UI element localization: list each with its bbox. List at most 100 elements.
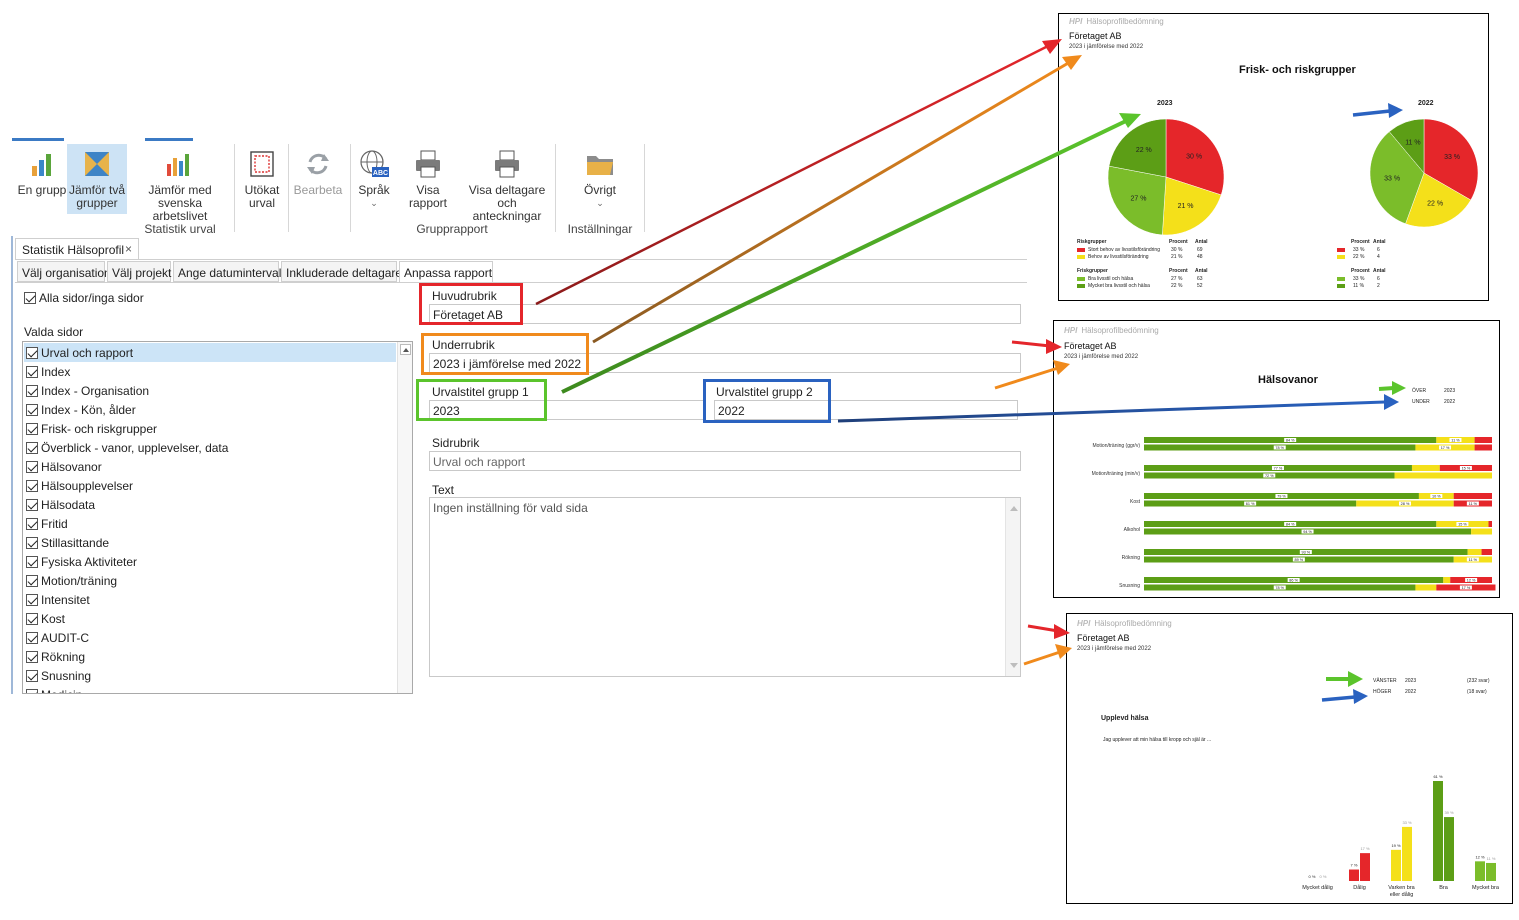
tab-inkluderade-deltagare[interactable]: Inkluderade deltagare bbox=[281, 261, 402, 282]
show-participants-label: Visa deltagare och anteckningar bbox=[468, 183, 546, 223]
page-list-item[interactable]: Motion/träning bbox=[24, 571, 396, 590]
window-left-border bbox=[11, 236, 13, 694]
page-list-item[interactable]: Fysiska Aktiviteter bbox=[24, 552, 396, 571]
language-button[interactable]: ABC Språk ⌄ bbox=[354, 148, 394, 220]
page-list-item[interactable]: Index bbox=[24, 362, 396, 381]
bar-value-label: 0 % bbox=[1309, 874, 1316, 879]
checkbox-checked-icon[interactable] bbox=[26, 442, 38, 454]
process-label: Bearbeta bbox=[293, 183, 343, 197]
compare-swedish-worklife-label: Jämför med svenska arbetslivet bbox=[148, 183, 212, 223]
checkbox-checked-icon[interactable] bbox=[26, 689, 38, 693]
page-list-item[interactable]: AUDIT-C bbox=[24, 628, 396, 647]
close-icon[interactable]: × bbox=[125, 242, 132, 256]
checkbox-checked-icon[interactable] bbox=[26, 556, 38, 568]
bar-value-label: 17 % bbox=[1441, 446, 1450, 450]
page-list-item[interactable]: Fritid bbox=[24, 514, 396, 533]
checkbox-checked-icon[interactable] bbox=[26, 366, 38, 378]
checkbox-checked-icon[interactable] bbox=[26, 613, 38, 625]
tab-valj-projekt[interactable]: Välj projekt bbox=[107, 261, 171, 282]
group-label-installningar: Inställningar bbox=[567, 222, 633, 236]
bar-category-label: Alkohol bbox=[1124, 527, 1140, 533]
legend-swatch bbox=[1077, 277, 1085, 281]
checkbox-checked-icon[interactable] bbox=[26, 651, 38, 663]
sidrubrik-input[interactable]: Urval och rapport bbox=[429, 451, 1021, 471]
legend-col-antal: Antal bbox=[1195, 268, 1208, 274]
page-list-item-label: Kost bbox=[41, 612, 66, 626]
legend-over-value: 2023 bbox=[1444, 388, 1456, 394]
text-area-scrollbar[interactable] bbox=[1005, 498, 1020, 676]
checkbox-checked-icon[interactable] bbox=[26, 632, 38, 644]
compare-swedish-worklife-button[interactable]: Jämför med svenska arbetslivet bbox=[130, 148, 230, 223]
page-list-item[interactable]: Stillasittande bbox=[24, 533, 396, 552]
legend-row-percent: 22 % bbox=[1353, 254, 1365, 260]
refresh-icon bbox=[307, 153, 329, 175]
show-participants-button[interactable]: Visa deltagare och anteckningar bbox=[462, 148, 552, 223]
page-list-item[interactable]: Index - Kön, ålder bbox=[24, 400, 396, 419]
page-list-item[interactable]: Snusning bbox=[24, 666, 396, 685]
checkbox-checked-icon[interactable] bbox=[26, 347, 38, 359]
page-list-item[interactable]: Hälsoupplevelser bbox=[24, 476, 396, 495]
page-list-items: Urval och rapport Index Index - Organisati… bbox=[24, 343, 396, 693]
text-area[interactable]: Ingen inställning för vald sida bbox=[429, 497, 1021, 677]
checkbox-checked-icon[interactable] bbox=[26, 404, 38, 416]
other-button[interactable]: Övrigt ⌄ bbox=[572, 148, 628, 220]
tab-anpassa-rapport[interactable]: Anpassa rapport bbox=[399, 261, 493, 283]
pie-slice-label: 11 % bbox=[1405, 140, 1420, 147]
page-list-item[interactable]: Intensitet bbox=[24, 590, 396, 609]
tab-ange-datumintervall[interactable]: Ange datumintervall bbox=[173, 261, 284, 282]
bar-segment bbox=[1488, 521, 1492, 527]
extended-selection-button[interactable]: Utökat urval bbox=[238, 148, 286, 214]
page-list[interactable]: Urval och rapport Index Index - Organisati… bbox=[22, 341, 413, 694]
bar-value-label: 77 % bbox=[1274, 467, 1283, 471]
page-list-item-label: Index - Organisation bbox=[41, 384, 150, 398]
tab-valj-organisation[interactable]: Välj organisation bbox=[17, 261, 111, 282]
text-area-value: Ingen inställning för vald sida bbox=[433, 501, 588, 515]
bar-chart-icon bbox=[32, 154, 51, 176]
page-list-scrollbar[interactable] bbox=[397, 342, 412, 693]
bar-value-label: 86 % bbox=[1289, 579, 1298, 583]
printer-icon bbox=[495, 150, 519, 178]
checkbox-checked-icon[interactable] bbox=[26, 575, 38, 587]
all-pages-label: Alla sidor/inga sidor bbox=[39, 291, 144, 305]
document-tab[interactable]: Statistik Hälsoprofil × bbox=[15, 238, 139, 260]
page-list-item[interactable]: Frisk- och riskgrupper bbox=[24, 419, 396, 438]
highlight-underrubrik bbox=[421, 333, 589, 375]
page-list-item[interactable]: Medicin bbox=[24, 685, 396, 693]
checkbox-checked-icon[interactable] bbox=[26, 480, 38, 492]
legend-left-value: 2023 bbox=[1405, 678, 1417, 684]
page-list-item[interactable]: Index - Organisation bbox=[24, 381, 396, 400]
page-list-item[interactable]: Kost bbox=[24, 609, 396, 628]
show-report-button[interactable]: Visa rapport bbox=[396, 148, 460, 214]
page-list-item-label: Index - Kön, ålder bbox=[41, 403, 136, 417]
bar-value-label: 11 % bbox=[1451, 439, 1460, 443]
checkbox-checked-icon[interactable] bbox=[26, 423, 38, 435]
page-list-item[interactable]: Rökning bbox=[24, 647, 396, 666]
page-list-item[interactable]: Urval och rapport bbox=[24, 343, 396, 362]
compare-two-groups-button[interactable]: Jämför två grupper bbox=[67, 144, 127, 214]
bar-value-label: 7 % bbox=[1351, 863, 1358, 868]
bar-category-label: Snusning bbox=[1119, 583, 1140, 589]
checkbox-checked-icon[interactable] bbox=[26, 461, 38, 473]
legend-swatch bbox=[1337, 277, 1345, 281]
checkbox-checked-icon[interactable] bbox=[26, 385, 38, 397]
process-button[interactable]: Bearbeta bbox=[292, 148, 344, 214]
checkbox-checked-icon[interactable] bbox=[26, 499, 38, 511]
report-subtitle: 2023 i jämförelse med 2022 bbox=[1069, 44, 1144, 50]
checkbox-checked-icon[interactable] bbox=[26, 594, 38, 606]
checkbox-checked-icon[interactable] bbox=[26, 537, 38, 549]
checkbox-checked-icon[interactable] bbox=[26, 518, 38, 530]
legend-row-percent: 11 % bbox=[1353, 283, 1365, 289]
one-group-button[interactable]: En grupp bbox=[16, 148, 68, 214]
page-list-item-label: Fritid bbox=[41, 517, 68, 531]
page-list-item[interactable]: Överblick - vanor, upplevelser, data bbox=[24, 438, 396, 457]
legend-row-count: 48 bbox=[1197, 254, 1203, 260]
pie-slice-label: 21 % bbox=[1178, 203, 1194, 210]
checkbox-checked-icon[interactable] bbox=[26, 670, 38, 682]
checkbox-checked-icon[interactable] bbox=[24, 292, 36, 304]
scroll-up-icon[interactable] bbox=[400, 344, 411, 355]
ribbon-accent bbox=[145, 138, 193, 141]
all-pages-checkbox[interactable]: Alla sidor/inga sidor bbox=[24, 291, 144, 305]
page-list-item[interactable]: Hälsodata bbox=[24, 495, 396, 514]
page-list-item[interactable]: Hälsovanor bbox=[24, 457, 396, 476]
bar-value-label: 12 % bbox=[1467, 579, 1476, 583]
